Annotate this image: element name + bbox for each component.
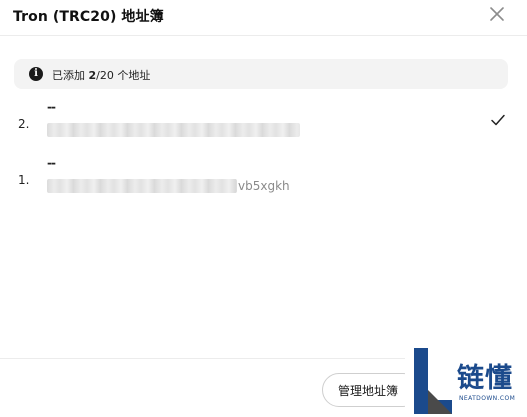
address-item-2[interactable]: 2. -- <box>0 100 527 144</box>
check-icon <box>491 114 505 126</box>
address-count-banner: i 已添加 2/20 个地址 <box>14 59 508 89</box>
address-redacted <box>47 123 300 137</box>
watermark-brand-en: NEATDOWN.COM <box>459 395 516 402</box>
count-prefix: 已添加 <box>52 69 89 82</box>
watermark: 链懂 NEATDOWN.COM <box>405 346 527 417</box>
address-redacted <box>47 179 237 193</box>
address-index: 2. <box>18 117 30 131</box>
address-index: 1. <box>18 173 30 187</box>
address-label: -- <box>47 156 56 170</box>
dialog-title: Tron (TRC20) 地址簿 <box>13 9 164 25</box>
address-item-1[interactable]: 1. -- vb5xgkh <box>0 156 527 200</box>
close-icon <box>490 7 504 21</box>
count-suffix: /20 个地址 <box>96 69 151 82</box>
close-button[interactable] <box>486 4 508 26</box>
watermark-brand-cn: 链懂 <box>457 363 513 394</box>
address-value: vb5xgkh <box>238 179 290 193</box>
watermark-logo <box>414 348 452 414</box>
address-count-text: 已添加 2/20 个地址 <box>52 67 150 83</box>
dialog-header: Tron (TRC20) 地址簿 <box>0 0 527 36</box>
address-label: -- <box>47 100 56 114</box>
count-value: 2 <box>88 69 97 82</box>
info-icon: i <box>29 67 43 81</box>
